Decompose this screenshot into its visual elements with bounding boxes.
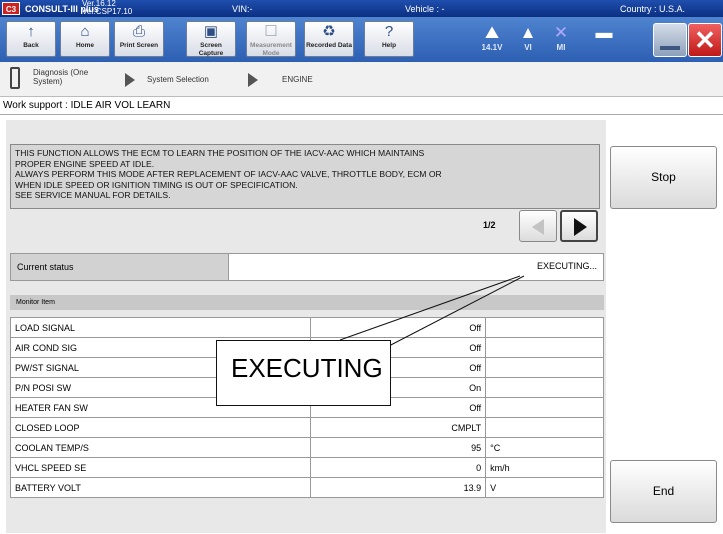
executing-callout: EXECUTING [216, 340, 391, 406]
callout-leader-lines [339, 275, 525, 349]
